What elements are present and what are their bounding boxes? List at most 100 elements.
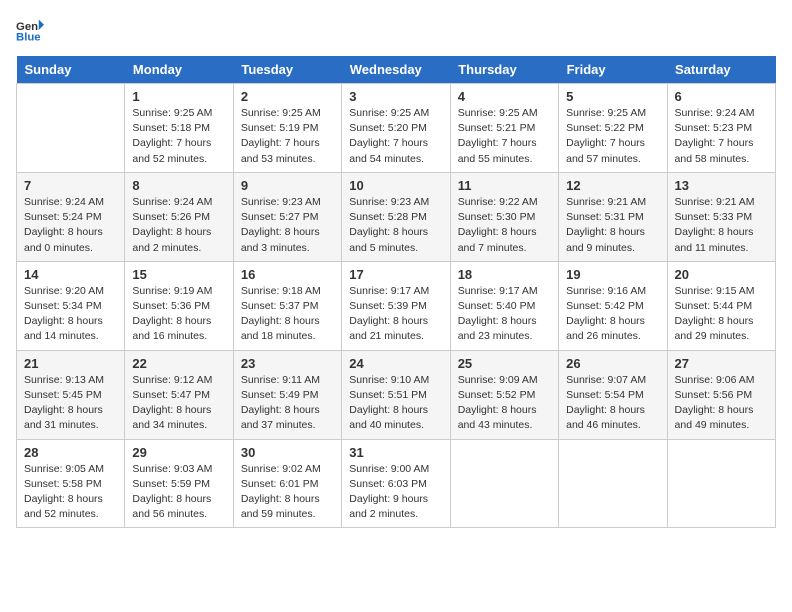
day-cell: 2 Sunrise: 9:25 AMSunset: 5:19 PMDaylight… (233, 84, 341, 173)
day-cell: 7Sunrise: 9:24 AMSunset: 5:24 PMDaylight… (17, 172, 125, 261)
day-number: 16 (241, 267, 334, 282)
day-cell: 3Sunrise: 9:25 AMSunset: 5:20 PMDaylight… (342, 84, 450, 173)
day-cell: 28Sunrise: 9:05 AMSunset: 5:58 PMDayligh… (17, 439, 125, 528)
day-info: Sunrise: 9:13 AMSunset: 5:45 PMDaylight:… (24, 373, 117, 434)
day-info: Sunrise: 9:16 AMSunset: 5:42 PMDaylight:… (566, 284, 659, 345)
day-info: Sunrise: 9:15 AMSunset: 5:44 PMDaylight:… (675, 284, 768, 345)
day-info: Sunrise: 9:23 AMSunset: 5:28 PMDaylight:… (349, 195, 442, 256)
day-cell: 20 Sunrise: 9:15 AMSunset: 5:44 PMDayligh… (667, 261, 775, 350)
page-header: Gen Blue (16, 16, 776, 44)
week-row-4: 21 Sunrise: 9:13 AMSunset: 5:45 PMDayligh… (17, 350, 776, 439)
logo: Gen Blue (16, 16, 48, 44)
weekday-header-wednesday: Wednesday (342, 56, 450, 84)
day-cell: 30 Sunrise: 9:02 AMSunset: 6:01 PMDayligh… (233, 439, 341, 528)
day-number: 2 (241, 89, 334, 104)
day-info: Sunrise: 9:03 AMSunset: 5:59 PMDaylight:… (132, 462, 225, 523)
day-info: Sunrise: 9:24 AMSunset: 5:26 PMDaylight:… (132, 195, 225, 256)
day-info: Sunrise: 9:18 AMSunset: 5:37 PMDaylight:… (241, 284, 334, 345)
day-info: Sunrise: 9:09 AMSunset: 5:52 PMDaylight:… (458, 373, 551, 434)
weekday-header-saturday: Saturday (667, 56, 775, 84)
day-info: Sunrise: 9:11 AMSunset: 5:49 PMDaylight:… (241, 373, 334, 434)
day-cell: 19 Sunrise: 9:16 AMSunset: 5:42 PMDayligh… (559, 261, 667, 350)
day-cell: 11 Sunrise: 9:22 AMSunset: 5:30 PMDayligh… (450, 172, 558, 261)
day-number: 26 (566, 356, 659, 371)
day-cell: 15Sunrise: 9:19 AMSunset: 5:36 PMDayligh… (125, 261, 233, 350)
day-info: Sunrise: 9:24 AMSunset: 5:23 PMDaylight:… (675, 106, 768, 167)
day-cell: 25 Sunrise: 9:09 AMSunset: 5:52 PMDayligh… (450, 350, 558, 439)
day-number: 3 (349, 89, 442, 104)
day-number: 14 (24, 267, 117, 282)
week-row-3: 14 Sunrise: 9:20 AMSunset: 5:34 PMDayligh… (17, 261, 776, 350)
day-info: Sunrise: 9:21 AMSunset: 5:33 PMDaylight:… (675, 195, 768, 256)
day-number: 20 (675, 267, 768, 282)
day-info: Sunrise: 9:00 AMSunset: 6:03 PMDaylight:… (349, 462, 442, 523)
day-number: 21 (24, 356, 117, 371)
day-cell: 24 Sunrise: 9:10 AMSunset: 5:51 PMDayligh… (342, 350, 450, 439)
day-cell: 6 Sunrise: 9:24 AMSunset: 5:23 PMDaylight… (667, 84, 775, 173)
day-number: 12 (566, 178, 659, 193)
day-number: 6 (675, 89, 768, 104)
day-number: 9 (241, 178, 334, 193)
day-number: 30 (241, 445, 334, 460)
day-number: 31 (349, 445, 442, 460)
day-info: Sunrise: 9:24 AMSunset: 5:24 PMDaylight:… (24, 195, 117, 256)
day-cell: 14 Sunrise: 9:20 AMSunset: 5:34 PMDayligh… (17, 261, 125, 350)
day-cell: 23 Sunrise: 9:11 AMSunset: 5:49 PMDayligh… (233, 350, 341, 439)
day-cell: 4 Sunrise: 9:25 AMSunset: 5:21 PMDaylight… (450, 84, 558, 173)
day-number: 13 (675, 178, 768, 193)
day-info: Sunrise: 9:25 AMSunset: 5:19 PMDaylight:… (241, 106, 334, 167)
day-info: Sunrise: 9:17 AMSunset: 5:39 PMDaylight:… (349, 284, 442, 345)
day-cell: 22Sunrise: 9:12 AMSunset: 5:47 PMDayligh… (125, 350, 233, 439)
day-info: Sunrise: 9:07 AMSunset: 5:54 PMDaylight:… (566, 373, 659, 434)
day-number: 4 (458, 89, 551, 104)
weekday-header-row: SundayMondayTuesdayWednesdayThursdayFrid… (17, 56, 776, 84)
day-number: 22 (132, 356, 225, 371)
logo-icon: Gen Blue (16, 16, 44, 44)
day-cell: 10Sunrise: 9:23 AMSunset: 5:28 PMDayligh… (342, 172, 450, 261)
day-number: 24 (349, 356, 442, 371)
day-cell: 5 Sunrise: 9:25 AMSunset: 5:22 PMDaylight… (559, 84, 667, 173)
day-cell: 31 Sunrise: 9:00 AMSunset: 6:03 PMDayligh… (342, 439, 450, 528)
day-cell: 21 Sunrise: 9:13 AMSunset: 5:45 PMDayligh… (17, 350, 125, 439)
day-info: Sunrise: 9:02 AMSunset: 6:01 PMDaylight:… (241, 462, 334, 523)
weekday-header-thursday: Thursday (450, 56, 558, 84)
day-number: 1 (132, 89, 225, 104)
day-info: Sunrise: 9:25 AMSunset: 5:22 PMDaylight:… (566, 106, 659, 167)
weekday-header-friday: Friday (559, 56, 667, 84)
day-cell: 26 Sunrise: 9:07 AMSunset: 5:54 PMDayligh… (559, 350, 667, 439)
day-info: Sunrise: 9:22 AMSunset: 5:30 PMDaylight:… (458, 195, 551, 256)
day-cell: 18Sunrise: 9:17 AMSunset: 5:40 PMDayligh… (450, 261, 558, 350)
day-number: 25 (458, 356, 551, 371)
day-number: 27 (675, 356, 768, 371)
day-number: 17 (349, 267, 442, 282)
day-cell: 9Sunrise: 9:23 AMSunset: 5:27 PMDaylight… (233, 172, 341, 261)
day-cell: 29 Sunrise: 9:03 AMSunset: 5:59 PMDayligh… (125, 439, 233, 528)
day-cell: 1 Sunrise: 9:25 AMSunset: 5:18 PMDaylight… (125, 84, 233, 173)
week-row-5: 28Sunrise: 9:05 AMSunset: 5:58 PMDayligh… (17, 439, 776, 528)
day-info: Sunrise: 9:25 AMSunset: 5:21 PMDaylight:… (458, 106, 551, 167)
weekday-header-monday: Monday (125, 56, 233, 84)
day-number: 19 (566, 267, 659, 282)
day-number: 28 (24, 445, 117, 460)
day-number: 18 (458, 267, 551, 282)
day-number: 23 (241, 356, 334, 371)
day-cell: 8Sunrise: 9:24 AMSunset: 5:26 PMDaylight… (125, 172, 233, 261)
day-cell (667, 439, 775, 528)
day-info: Sunrise: 9:25 AMSunset: 5:18 PMDaylight:… (132, 106, 225, 167)
day-number: 5 (566, 89, 659, 104)
weekday-header-tuesday: Tuesday (233, 56, 341, 84)
day-number: 11 (458, 178, 551, 193)
day-cell (17, 84, 125, 173)
weekday-header-sunday: Sunday (17, 56, 125, 84)
day-cell: 27Sunrise: 9:06 AMSunset: 5:56 PMDayligh… (667, 350, 775, 439)
day-info: Sunrise: 9:20 AMSunset: 5:34 PMDaylight:… (24, 284, 117, 345)
day-number: 29 (132, 445, 225, 460)
week-row-1: 1 Sunrise: 9:25 AMSunset: 5:18 PMDaylight… (17, 84, 776, 173)
day-number: 15 (132, 267, 225, 282)
svg-text:Blue: Blue (16, 32, 41, 44)
calendar-table: SundayMondayTuesdayWednesdayThursdayFrid… (16, 56, 776, 528)
day-info: Sunrise: 9:10 AMSunset: 5:51 PMDaylight:… (349, 373, 442, 434)
day-cell: 17 Sunrise: 9:17 AMSunset: 5:39 PMDayligh… (342, 261, 450, 350)
day-cell: 12 Sunrise: 9:21 AMSunset: 5:31 PMDayligh… (559, 172, 667, 261)
day-info: Sunrise: 9:21 AMSunset: 5:31 PMDaylight:… (566, 195, 659, 256)
